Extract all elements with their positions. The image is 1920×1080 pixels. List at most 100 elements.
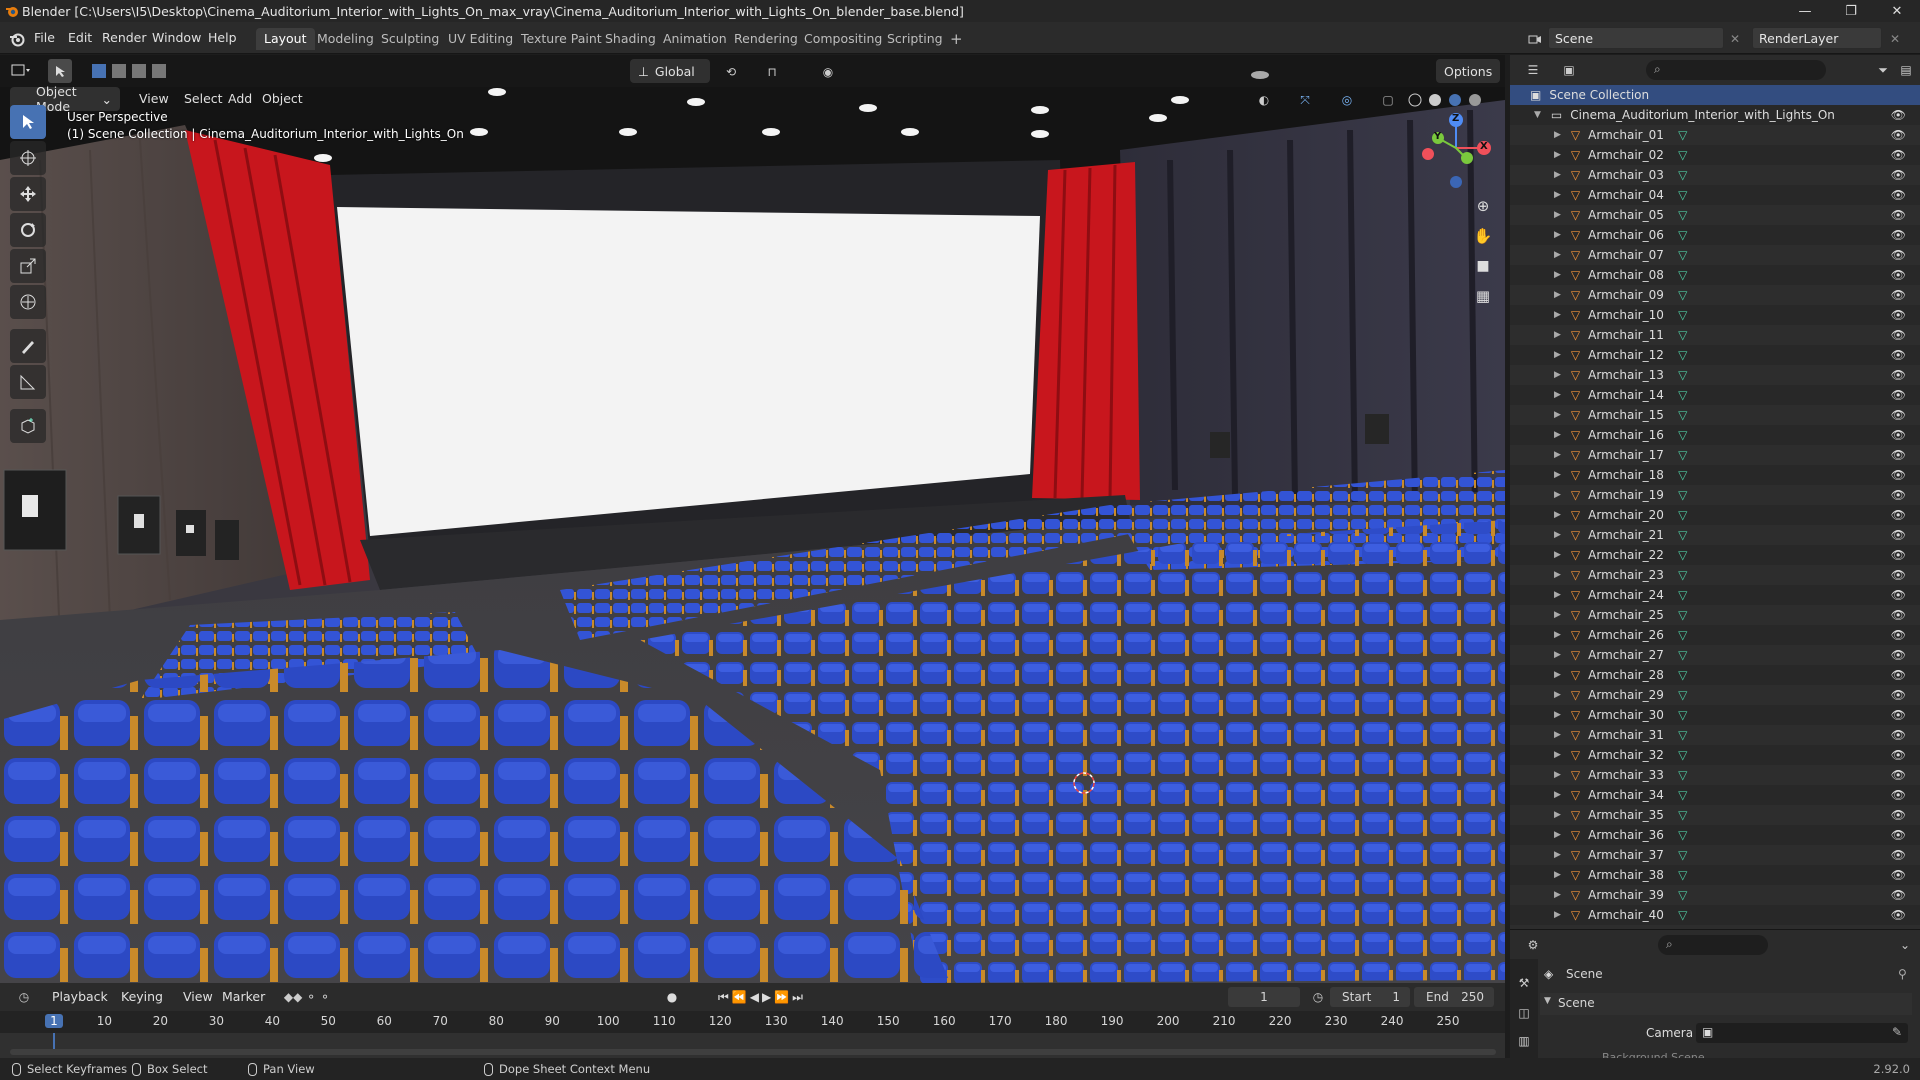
editor-type-icon[interactable]	[6, 61, 36, 81]
outliner-item[interactable]: ▶ ▽ Armchair_28 ▽ 👁	[1510, 665, 1920, 685]
properties-search-input[interactable]: ⌕	[1658, 935, 1768, 955]
mesh-data-icon[interactable]: ▽	[1678, 388, 1687, 402]
outliner-item[interactable]: ▶ ▽ Armchair_34 ▽ 👁	[1510, 785, 1920, 805]
mesh-data-icon[interactable]: ▽	[1678, 408, 1687, 422]
eye-icon[interactable]: 👁	[1891, 328, 1906, 342]
mesh-data-icon[interactable]: ▽	[1678, 208, 1687, 222]
eye-icon[interactable]: 👁	[1891, 648, 1906, 662]
expand-arrow-icon[interactable]: ▶	[1554, 910, 1561, 920]
timeline-menu-view[interactable]: View	[177, 985, 219, 1009]
timeline-scrollbar[interactable]	[10, 1049, 1496, 1055]
mesh-data-icon[interactable]: ▽	[1678, 628, 1687, 642]
expand-arrow-icon[interactable]: ▶	[1554, 310, 1561, 320]
outliner-item[interactable]: ▶ ▽ Armchair_08 ▽ 👁	[1510, 265, 1920, 285]
move-tool-icon[interactable]	[10, 177, 46, 211]
snap-icon[interactable]: ⊓	[750, 63, 794, 81]
start-frame-field[interactable]: Start 1	[1330, 987, 1410, 1007]
eye-icon[interactable]: 👁	[1891, 308, 1906, 322]
mesh-data-icon[interactable]: ▽	[1678, 228, 1687, 242]
eye-icon[interactable]: 👁	[1891, 788, 1906, 802]
cursor-tool-icon[interactable]	[10, 141, 46, 175]
camera-view-icon[interactable]: ■	[1471, 254, 1495, 278]
eye-icon[interactable]: 👁	[1891, 708, 1906, 722]
mesh-data-icon[interactable]: ▽	[1678, 268, 1687, 282]
outliner-item[interactable]: ▶ ▽ Armchair_16 ▽ 👁	[1510, 425, 1920, 445]
chevron-down-icon[interactable]: ⌄	[1896, 936, 1914, 954]
scene-selector[interactable]: Scene	[1548, 27, 1724, 49]
current-frame-field[interactable]: 1	[1228, 987, 1300, 1007]
outliner-item[interactable]: ▶ ▽ Armchair_26 ▽ 👁	[1510, 625, 1920, 645]
outliner-item[interactable]: ▶ ▽ Armchair_15 ▽ 👁	[1510, 405, 1920, 425]
timeline-menu-keying[interactable]: Keying	[115, 985, 169, 1009]
eye-icon[interactable]: 👁	[1891, 428, 1906, 442]
outliner-item[interactable]: ▶ ▽ Armchair_31 ▽ 👁	[1510, 725, 1920, 745]
eye-icon[interactable]: 👁	[1891, 728, 1906, 742]
expand-arrow-icon[interactable]: ▶	[1554, 850, 1561, 860]
expand-arrow-icon[interactable]: ▶	[1554, 570, 1561, 580]
overlay-toggle-icon[interactable]: ◎	[1332, 91, 1362, 109]
expand-arrow-icon[interactable]: ▶	[1554, 510, 1561, 520]
eye-icon[interactable]: 👁	[1891, 608, 1906, 622]
mesh-data-icon[interactable]: ▽	[1678, 468, 1687, 482]
outliner-item[interactable]: ▶ ▽ Armchair_07 ▽ 👁	[1510, 245, 1920, 265]
expand-arrow-icon[interactable]: ▶	[1554, 770, 1561, 780]
tab-rendering[interactable]: Rendering	[726, 28, 806, 50]
outliner-item[interactable]: ▶ ▽ Armchair_12 ▽ 👁	[1510, 345, 1920, 365]
mesh-data-icon[interactable]: ▽	[1678, 568, 1687, 582]
outliner-item[interactable]: ▶ ▽ Armchair_18 ▽ 👁	[1510, 465, 1920, 485]
eye-icon[interactable]: 👁	[1891, 468, 1906, 482]
keyframe-icons[interactable]: ◆◆ ⚬ ⚬	[272, 988, 342, 1006]
expand-arrow-icon[interactable]: ▶	[1554, 450, 1561, 460]
mesh-data-icon[interactable]: ▽	[1678, 488, 1687, 502]
eye-icon[interactable]: 👁	[1891, 228, 1906, 242]
eye-icon[interactable]: 👁	[1891, 288, 1906, 302]
mesh-data-icon[interactable]: ▽	[1678, 508, 1687, 522]
mesh-data-icon[interactable]: ▽	[1678, 688, 1687, 702]
outliner-item[interactable]: ▶ ▽ Armchair_24 ▽ 👁	[1510, 585, 1920, 605]
eye-icon[interactable]: 👁	[1891, 388, 1906, 402]
mesh-data-icon[interactable]: ▽	[1678, 808, 1687, 822]
tool-tab-icon[interactable]: ⚒	[1514, 973, 1534, 993]
eyedropper-icon[interactable]: ✎	[1892, 1025, 1902, 1039]
expand-arrow-icon[interactable]: ▶	[1554, 390, 1561, 400]
expand-arrow-icon[interactable]: ▶	[1554, 710, 1561, 720]
eye-icon[interactable]: 👁	[1891, 248, 1906, 262]
outliner-item[interactable]: ▶ ▽ Armchair_27 ▽ 👁	[1510, 645, 1920, 665]
outliner-item[interactable]: ▶ ▽ Armchair_32 ▽ 👁	[1510, 745, 1920, 765]
mesh-data-icon[interactable]: ▽	[1678, 548, 1687, 562]
add-cube-tool-icon[interactable]	[10, 409, 46, 443]
expand-arrow-icon[interactable]: ▶	[1554, 490, 1561, 500]
outliner-item[interactable]: ▶ ▽ Armchair_33 ▽ 👁	[1510, 765, 1920, 785]
outliner-item[interactable]: ▶ ▽ Armchair_13 ▽ 👁	[1510, 365, 1920, 385]
ortho-grid-icon[interactable]: ▦	[1471, 284, 1495, 308]
expand-arrow-icon[interactable]: ▶	[1554, 410, 1561, 420]
eye-icon[interactable]: 👁	[1891, 868, 1906, 882]
outliner-item[interactable]: ▶ ▽ Armchair_40 ▽ 👁	[1510, 905, 1920, 925]
mesh-data-icon[interactable]: ▽	[1678, 428, 1687, 442]
new-collection-icon[interactable]: ▤	[1896, 61, 1916, 79]
maximize-button[interactable]: ❐	[1828, 0, 1874, 22]
eye-icon[interactable]: 👁	[1891, 688, 1906, 702]
mesh-data-icon[interactable]: ▽	[1678, 348, 1687, 362]
menu-window[interactable]: Window	[152, 28, 201, 48]
add-workspace-button[interactable]: +	[942, 28, 971, 50]
select-tool-icon[interactable]	[48, 59, 72, 83]
viewport-menu-object[interactable]: Object	[256, 87, 309, 111]
expand-arrow-icon[interactable]: ▶	[1554, 370, 1561, 380]
view-layer-icon[interactable]	[1726, 30, 1748, 48]
eye-icon[interactable]: 👁	[1891, 448, 1906, 462]
eye-icon[interactable]: 👁	[1891, 128, 1906, 142]
outliner-item[interactable]: ▶ ▽ Armchair_20 ▽ 👁	[1510, 505, 1920, 525]
mesh-data-icon[interactable]: ▽	[1678, 728, 1687, 742]
outliner-item[interactable]: ▶ ▽ Armchair_39 ▽ 👁	[1510, 885, 1920, 905]
outliner-item[interactable]: ▶ ▽ Armchair_30 ▽ 👁	[1510, 705, 1920, 725]
record-icon[interactable]: ●	[662, 988, 682, 1006]
outliner-item[interactable]: ▶ ▽ Armchair_21 ▽ 👁	[1510, 525, 1920, 545]
eye-icon[interactable]: 👁	[1891, 528, 1906, 542]
mesh-data-icon[interactable]: ▽	[1678, 848, 1687, 862]
eye-icon[interactable]: 👁	[1891, 908, 1906, 922]
mesh-data-icon[interactable]: ▽	[1678, 368, 1687, 382]
eye-icon[interactable]: 👁	[1891, 588, 1906, 602]
mesh-data-icon[interactable]: ▽	[1678, 648, 1687, 662]
scene-panel-header[interactable]: ▼ Scene	[1540, 993, 1912, 1015]
